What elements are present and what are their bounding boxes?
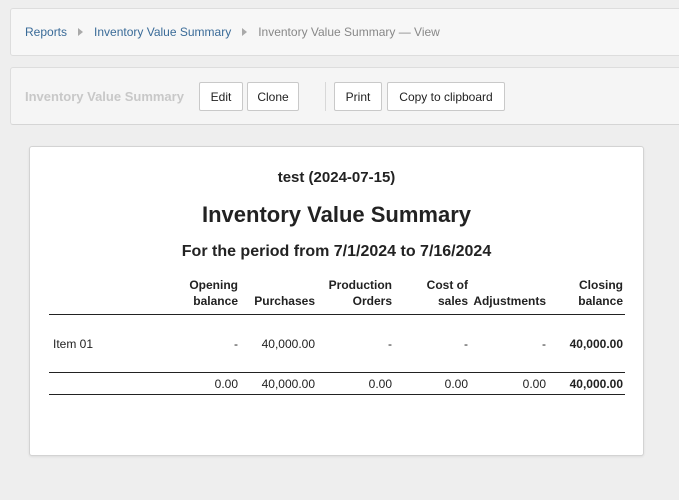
report-title: Inventory Value Summary (202, 202, 471, 227)
column-header-purchases: Purchases (240, 275, 317, 315)
edit-button[interactable]: Edit (199, 82, 243, 111)
report-period: For the period from 7/1/2024 to 7/16/202… (181, 243, 492, 260)
table-row: Item 01 - 40,000.00 - - - 40,000.00 (49, 315, 625, 373)
column-header-adjustments: Adjustments (470, 275, 548, 315)
table-header-row: Opening balance Purchases Production Order… (49, 275, 625, 315)
column-header-closing-balance: Closing balance (548, 275, 625, 315)
cell-cost-of-sales: - (464, 336, 468, 351)
cell-production-orders: - (388, 336, 392, 351)
column-header-production-orders: Production Orders (317, 275, 394, 315)
cell-closing-balance: 40,000.00 (569, 336, 623, 351)
total-production-orders: 0.00 (317, 372, 394, 395)
report-card: test (2024-07-15) Inventory Value Summar… (29, 146, 644, 456)
clone-button[interactable]: Clone (247, 82, 299, 111)
cell-adjustments: - (542, 336, 546, 351)
total-adjustments: 0.00 (470, 372, 548, 395)
column-header-opening-balance: Opening balance (167, 275, 240, 315)
chevron-right-icon (242, 28, 248, 36)
chevron-right-icon (78, 28, 84, 36)
column-header-item (49, 275, 167, 315)
cell-purchases: 40,000.00 (261, 336, 315, 351)
toolbar-divider (325, 82, 326, 111)
report-table: Opening balance Purchases Production Order… (49, 275, 625, 395)
column-header-cost-of-sales: Cost of sales (394, 275, 470, 315)
report-company: test (2024-07-15) (277, 169, 396, 186)
breadcrumb: Reports Inventory Value Summary Inventor… (10, 8, 679, 56)
totals-row: 0.00 40,000.00 0.00 0.00 0.00 40,000.00 (49, 372, 625, 395)
print-button[interactable]: Print (334, 82, 382, 111)
toolbar: Inventory Value Summary Edit Clone Print… (10, 67, 679, 125)
breadcrumb-link-inventory-value-summary[interactable]: Inventory Value Summary (94, 25, 231, 39)
total-purchases: 40,000.00 (240, 372, 317, 395)
copy-to-clipboard-button[interactable]: Copy to clipboard (387, 82, 505, 111)
toolbar-title: Inventory Value Summary (25, 89, 184, 104)
total-cost-of-sales: 0.00 (394, 372, 470, 395)
breadcrumb-link-reports[interactable]: Reports (25, 25, 67, 39)
item-name: Item 01 (53, 336, 94, 351)
total-closing-balance: 40,000.00 (548, 372, 625, 395)
cell-opening-balance: - (234, 336, 238, 351)
breadcrumb-current: Inventory Value Summary — View (258, 25, 440, 39)
total-opening-balance: 0.00 (167, 372, 240, 395)
totals-label (49, 372, 167, 395)
